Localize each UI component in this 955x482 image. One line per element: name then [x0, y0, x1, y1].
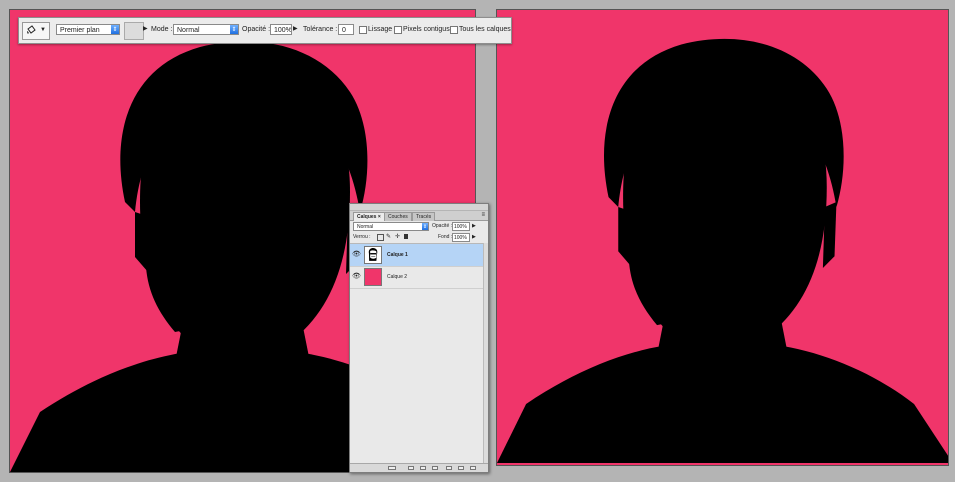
blend-row: Normal ⇕ Opacité : 100% ▶	[350, 221, 488, 232]
tolerance-label: Tolérance :	[303, 26, 338, 33]
opacity-input[interactable]: 100%	[270, 24, 292, 35]
layer-name: Calque 1	[387, 252, 408, 258]
eye-icon[interactable]: 👁	[352, 251, 361, 258]
all-layers-label: Tous les calques	[459, 26, 511, 33]
lock-move-icon[interactable]: ✛	[395, 233, 400, 240]
lock-transparent-icon[interactable]	[377, 234, 384, 241]
tab-paths[interactable]: Tracés	[412, 212, 436, 221]
layer-name: Calque 2	[387, 274, 408, 280]
layer-mask-icon[interactable]	[420, 466, 426, 470]
fill-source-value: Premier plan	[60, 27, 100, 34]
tab-channels[interactable]: Couches	[384, 212, 412, 221]
layers-panel: Calques × Couches Tracés ≡ Normal ⇕ Opac…	[349, 203, 489, 473]
trash-icon[interactable]	[470, 466, 476, 470]
all-layers-checkbox[interactable]	[450, 26, 458, 34]
paint-bucket-icon	[26, 25, 36, 35]
opacity-label: Opacité :	[242, 26, 271, 33]
new-layer-icon[interactable]	[458, 466, 464, 470]
opacity-slider-arrow-icon[interactable]: ▶	[293, 25, 298, 32]
select-arrow-icon: ⇕	[422, 223, 428, 230]
portrait-pop-art: #canvas-right .dark{fill:#2b2a8c;} #canv…	[497, 10, 948, 465]
fill-arrow-icon[interactable]: ▶	[472, 234, 476, 240]
layer-row-calque-2[interactable]: 👁 Calque 2	[350, 266, 484, 289]
lock-brush-icon[interactable]: ✎	[386, 233, 391, 240]
layers-bottom-toolbar	[350, 463, 488, 472]
adjustment-layer-icon[interactable]	[432, 466, 438, 470]
pattern-swatch[interactable]	[124, 22, 144, 40]
mode-label: Mode :	[151, 26, 173, 33]
tool-options-bar: ▼ Premier plan ⇕ ▶ Mode : Normal ⇕ Opaci…	[18, 17, 512, 44]
tolerance-input[interactable]: 0	[338, 24, 354, 35]
layers-list: 👁 .thumbdark{fill:#000;} .thumbLight{fil…	[350, 244, 488, 464]
portrait-thumbnail: .thumbdark{fill:#000;} .thumbLight{fill:…	[364, 246, 382, 264]
fill-label: Fond :	[438, 234, 453, 240]
mode-value: Normal	[177, 27, 200, 34]
contiguous-checkbox[interactable]	[394, 26, 402, 34]
mode-select[interactable]: Normal ⇕	[173, 24, 239, 35]
panel-menu-icon[interactable]: ≡	[481, 212, 485, 218]
opacity-arrow-icon[interactable]: ▶	[472, 223, 476, 229]
layer-row-calque-1[interactable]: 👁 .thumbdark{fill:#000;} .thumbLight{fil…	[350, 244, 484, 267]
layer-style-icon[interactable]	[408, 466, 414, 470]
lock-label: Verrou :	[353, 234, 371, 240]
blend-mode-select[interactable]: Normal ⇕	[353, 222, 429, 231]
chevron-down-icon: ▼	[40, 27, 46, 33]
eye-icon[interactable]: 👁	[352, 273, 361, 280]
contiguous-label: Pixels contigus	[403, 26, 450, 33]
smoothing-label: Lissage	[368, 26, 393, 33]
layer-opacity-input[interactable]: 100%	[452, 222, 470, 231]
select-arrow-icon: ⇕	[111, 25, 119, 34]
close-icon[interactable]: ×	[378, 214, 381, 220]
link-layers-icon[interactable]	[388, 466, 396, 470]
tolerance-value: 0	[342, 27, 346, 34]
tab-layers[interactable]: Calques ×	[353, 212, 385, 221]
tool-preset-picker[interactable]: ▼	[22, 22, 50, 40]
fill-input[interactable]: 100%	[452, 233, 470, 242]
canvas-right-document[interactable]: #canvas-right .dark{fill:#2b2a8c;} #canv…	[496, 9, 949, 466]
pink-fill-thumbnail	[364, 268, 382, 286]
lock-all-icon[interactable]	[404, 234, 408, 239]
pattern-arrow-icon[interactable]: ▶	[143, 25, 148, 32]
panel-tabs: Calques × Couches Tracés ≡	[350, 211, 488, 221]
panel-titlebar[interactable]	[350, 204, 488, 211]
lock-row: Verrou : ✎ ✛ Fond : 100% ▶	[350, 232, 488, 244]
select-arrow-icon: ⇕	[230, 25, 238, 34]
layer-opacity-label: Opacité :	[432, 223, 453, 229]
layers-scrollbar[interactable]	[483, 243, 488, 464]
opacity-value: 100%	[274, 27, 292, 34]
new-group-icon[interactable]	[446, 466, 452, 470]
fill-source-select[interactable]: Premier plan ⇕	[56, 24, 120, 35]
smoothing-checkbox[interactable]	[359, 26, 367, 34]
